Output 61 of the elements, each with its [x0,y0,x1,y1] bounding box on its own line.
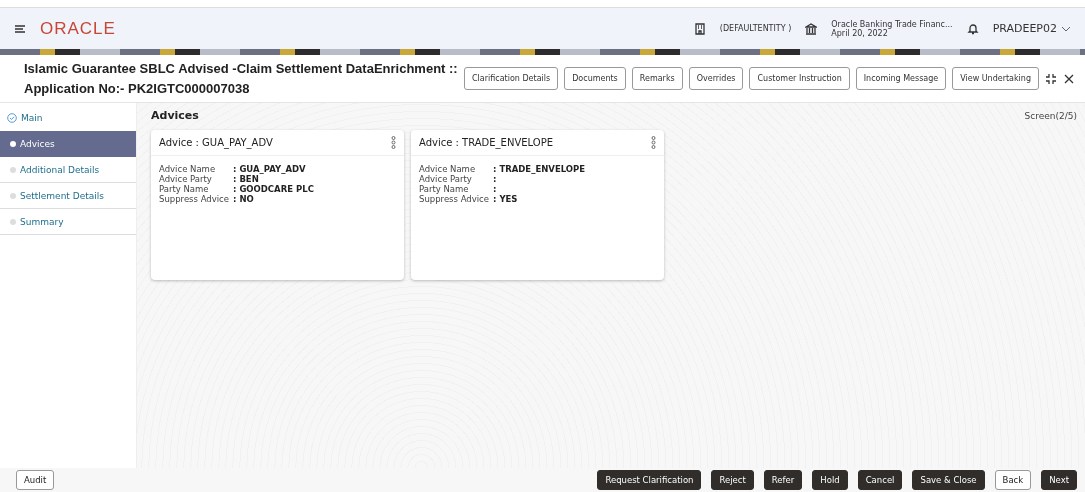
footer-button[interactable]: Save & Close [912,470,985,490]
step-item[interactable]: Settlement Details [0,183,136,209]
footer-button[interactable]: Request Clarification [597,470,702,490]
bell-icon[interactable] [966,22,979,35]
field-label: Party Name [419,184,470,194]
action-button[interactable]: Incoming Message [855,67,947,90]
field-value: : [493,174,498,184]
step-item[interactable]: Main [0,105,136,131]
collapse-icon[interactable] [1045,72,1057,85]
page-title: Islamic Guarantee SBLC Advised -Claim Settlement DataEnrichment :: Application No:- PK2IGTC000007038 [24,59,458,98]
branch-name: Oracle Banking Trade Financ... [831,19,953,29]
step-item[interactable]: Additional Details [0,157,136,183]
field-label: Advice Party [159,174,213,184]
bank-icon [805,22,818,35]
action-button[interactable]: Customer Instruction [749,67,850,90]
building-icon [693,22,706,35]
field-label: Advice Name [159,164,217,174]
footer-button[interactable]: Hold [812,470,848,490]
logo: ORACLE [40,18,116,39]
menu-icon[interactable] [14,22,26,35]
field-value: : BEN [233,174,260,184]
field-value: : GOODCARE PLC [233,184,315,194]
step-dot [10,218,16,225]
field-value: : [493,184,498,194]
field-value: : NO [233,194,255,204]
field-label: Party Name [159,184,210,194]
field-label: Advice Party [419,174,473,184]
check-circle-icon [7,113,17,123]
field-value: : GUA_PAY_ADV [233,164,307,174]
action-button[interactable]: Overrides [688,67,744,90]
action-button[interactable]: Documents [564,67,626,90]
branch-date: April 20, 2022 [831,28,889,38]
card-title: Advice : TRADE_ENVELOPE [419,137,553,148]
step-item[interactable]: Advices [0,131,136,157]
field-label: Advice Name [419,164,477,174]
action-button[interactable]: View Undertaking [952,67,1039,90]
step-dot [10,192,16,199]
footer-button[interactable]: Cancel [857,470,903,490]
close-icon[interactable] [1063,72,1075,85]
audit-button[interactable]: Audit [16,470,55,490]
field-value: : TRADE_ENVELOPE [493,164,587,174]
step-dot [10,141,16,147]
footer-button[interactable]: Next [1041,470,1077,490]
step-item[interactable]: Summary [0,209,136,235]
footer-button[interactable]: Back [994,470,1032,490]
footer-button[interactable]: Refer [763,470,803,490]
field-label: Suppress Advice [159,194,230,204]
more-icon[interactable] [391,136,396,149]
chevron-down-icon [1061,25,1071,32]
section-title: Advices [151,109,199,122]
action-button[interactable]: Remarks [631,67,683,90]
step-dot [10,166,16,173]
card-title: Advice : GUA_PAY_ADV [159,137,273,148]
entity-label: (DEFAULTENTITY ) [719,24,792,33]
footer-button[interactable]: Reject [711,470,754,490]
field-label: Suppress Advice [419,194,490,204]
field-value: : YES [493,194,519,204]
more-icon[interactable] [651,136,656,149]
action-button[interactable]: Clarification Details [464,67,559,90]
user-menu[interactable]: PRADEEP02 [992,22,1071,35]
screen-counter: Screen(2/5) [1024,110,1077,121]
